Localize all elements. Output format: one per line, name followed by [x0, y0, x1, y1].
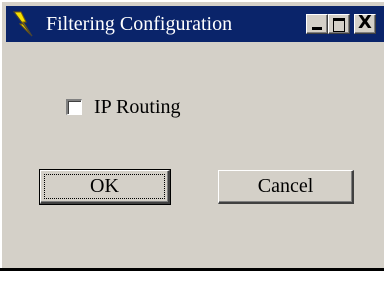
window-title: Filtering Configuration — [46, 13, 233, 35]
cancel-button[interactable]: Cancel — [218, 170, 354, 204]
title-bar[interactable]: Filtering Configuration X — [6, 6, 384, 42]
maximize-icon — [333, 18, 345, 32]
cancel-button-label: Cancel — [257, 175, 314, 197]
minimize-button[interactable] — [306, 14, 328, 34]
focus-ring — [44, 174, 165, 199]
maximize-button[interactable] — [328, 14, 350, 34]
ip-routing-option[interactable]: IP Routing — [66, 96, 181, 118]
ip-routing-label: IP Routing — [94, 96, 181, 118]
lightning-bolt-icon — [13, 11, 33, 37]
dialog-window: Filtering Configuration X IP Routing OK … — [0, 0, 384, 270]
minimize-icon — [312, 27, 322, 30]
close-button[interactable]: X — [354, 12, 376, 34]
close-icon: X — [358, 12, 372, 33]
window-bottom-border — [0, 268, 384, 271]
ip-routing-checkbox[interactable] — [66, 99, 82, 115]
ok-button[interactable]: OK — [39, 169, 171, 205]
